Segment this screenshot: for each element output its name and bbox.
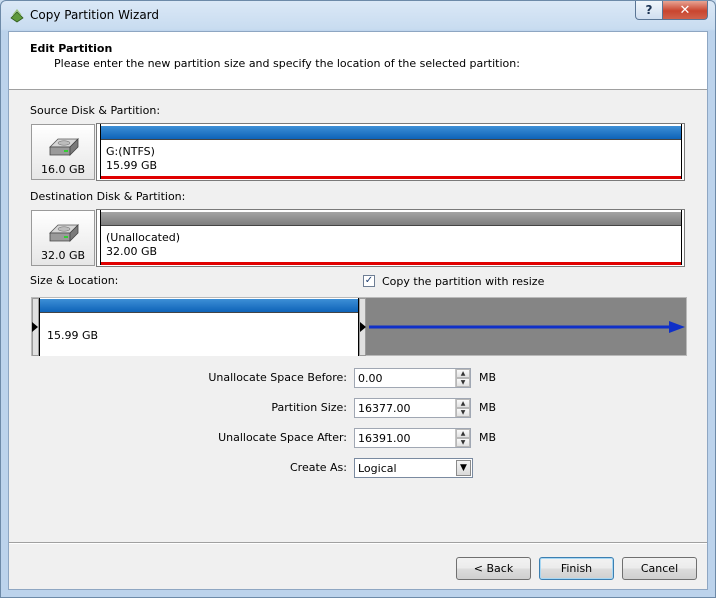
partition-size-value: 16377.00: [358, 402, 411, 415]
space-before-down-button[interactable]: ▼: [456, 378, 470, 387]
space-after-input[interactable]: 16391.00 ▲ ▼: [354, 428, 471, 448]
chevron-down-icon[interactable]: ▼: [456, 460, 471, 476]
left-handle-arrow-icon: [32, 322, 38, 332]
before-label: Unallocate Space Before:: [208, 371, 347, 384]
partition-size-up-button[interactable]: ▲: [456, 399, 470, 408]
after-unit: MB: [479, 431, 497, 444]
source-partition-name: G:(NTFS): [106, 145, 155, 158]
right-arrow-icon: [369, 321, 685, 333]
partition-size-down-button[interactable]: ▼: [456, 408, 470, 417]
size-label: Partition Size:: [271, 401, 347, 414]
help-button[interactable]: ?: [635, 1, 663, 20]
destination-disk[interactable]: 32.0 GB: [31, 210, 95, 266]
window-title: Copy Partition Wizard: [30, 8, 160, 22]
destination-disk-size: 32.0 GB: [40, 249, 86, 262]
space-after-value: 16391.00: [358, 432, 411, 445]
finish-button[interactable]: Finish: [539, 557, 614, 580]
right-handle-arrow-icon: [360, 322, 366, 332]
wizard-client-area: Edit Partition Please enter the new part…: [8, 31, 708, 590]
destination-partition-frame: (Unallocated) 32.00 GB: [96, 209, 685, 267]
source-partition-bar: [101, 126, 681, 140]
after-label: Unallocate Space After:: [218, 431, 347, 444]
source-partition-frame: G:(NTFS) 15.99 GB: [96, 123, 685, 181]
source-partition[interactable]: G:(NTFS) 15.99 GB: [100, 124, 682, 179]
source-partition-underline: [101, 176, 681, 179]
hard-drive-icon: [49, 138, 79, 156]
source-disk-size: 16.0 GB: [40, 163, 86, 176]
create-as-value: Logical: [358, 462, 397, 475]
space-after-up-button[interactable]: ▲: [456, 429, 470, 438]
wizard-header: Edit Partition Please enter the new part…: [9, 32, 707, 90]
hard-drive-icon: [49, 224, 79, 242]
close-button[interactable]: ✕: [662, 1, 708, 20]
title-bar[interactable]: Copy Partition Wizard ? ✕: [1, 1, 715, 31]
partition-block-size: 15.99 GB: [47, 329, 99, 342]
copy-partition-wizard-window: Copy Partition Wizard ? ✕ Edit Partition…: [0, 0, 716, 598]
page-title: Edit Partition: [30, 42, 113, 55]
partition-block[interactable]: 15.99 GB: [39, 298, 359, 356]
space-after-down-button[interactable]: ▼: [456, 438, 470, 447]
space-before-up-button[interactable]: ▲: [456, 369, 470, 378]
resize-checkbox[interactable]: ✓: [363, 275, 375, 287]
create-as-select[interactable]: Logical ▼: [354, 458, 473, 478]
source-disk[interactable]: 16.0 GB: [31, 124, 95, 180]
size-unit: MB: [479, 401, 497, 414]
wizard-app-icon: [10, 9, 24, 23]
space-before-input[interactable]: 0.00 ▲ ▼: [354, 368, 471, 388]
source-partition-size: 15.99 GB: [106, 159, 158, 172]
right-resize-handle[interactable]: [359, 298, 366, 356]
destination-partition-name: (Unallocated): [106, 231, 181, 244]
partition-block-bar: [40, 299, 358, 313]
footer-divider-highlight: [9, 543, 707, 544]
destination-section-label: Destination Disk & Partition:: [30, 190, 186, 203]
destination-partition[interactable]: (Unallocated) 32.00 GB: [100, 210, 682, 265]
left-resize-handle[interactable]: [32, 298, 39, 356]
destination-partition-bar: [101, 212, 681, 226]
partition-size-input[interactable]: 16377.00 ▲ ▼: [354, 398, 471, 418]
page-subtitle: Please enter the new partition size and …: [54, 57, 520, 70]
space-before-stepper: ▲ ▼: [455, 369, 470, 387]
destination-partition-size: 32.00 GB: [106, 245, 158, 258]
source-section-label: Source Disk & Partition:: [30, 104, 161, 117]
size-location-label: Size & Location:: [30, 274, 119, 287]
create-as-label: Create As:: [289, 461, 347, 474]
destination-partition-underline: [101, 262, 681, 265]
partition-size-stepper: ▲ ▼: [455, 399, 470, 417]
space-before-value: 0.00: [358, 372, 383, 385]
space-after-stepper: ▲ ▼: [455, 429, 470, 447]
size-location-slider[interactable]: 15.99 GB: [31, 297, 687, 356]
before-unit: MB: [479, 371, 497, 384]
back-button[interactable]: < Back: [456, 557, 531, 580]
cancel-button[interactable]: Cancel: [622, 557, 697, 580]
resize-checkbox-label[interactable]: Copy the partition with resize: [382, 275, 544, 288]
